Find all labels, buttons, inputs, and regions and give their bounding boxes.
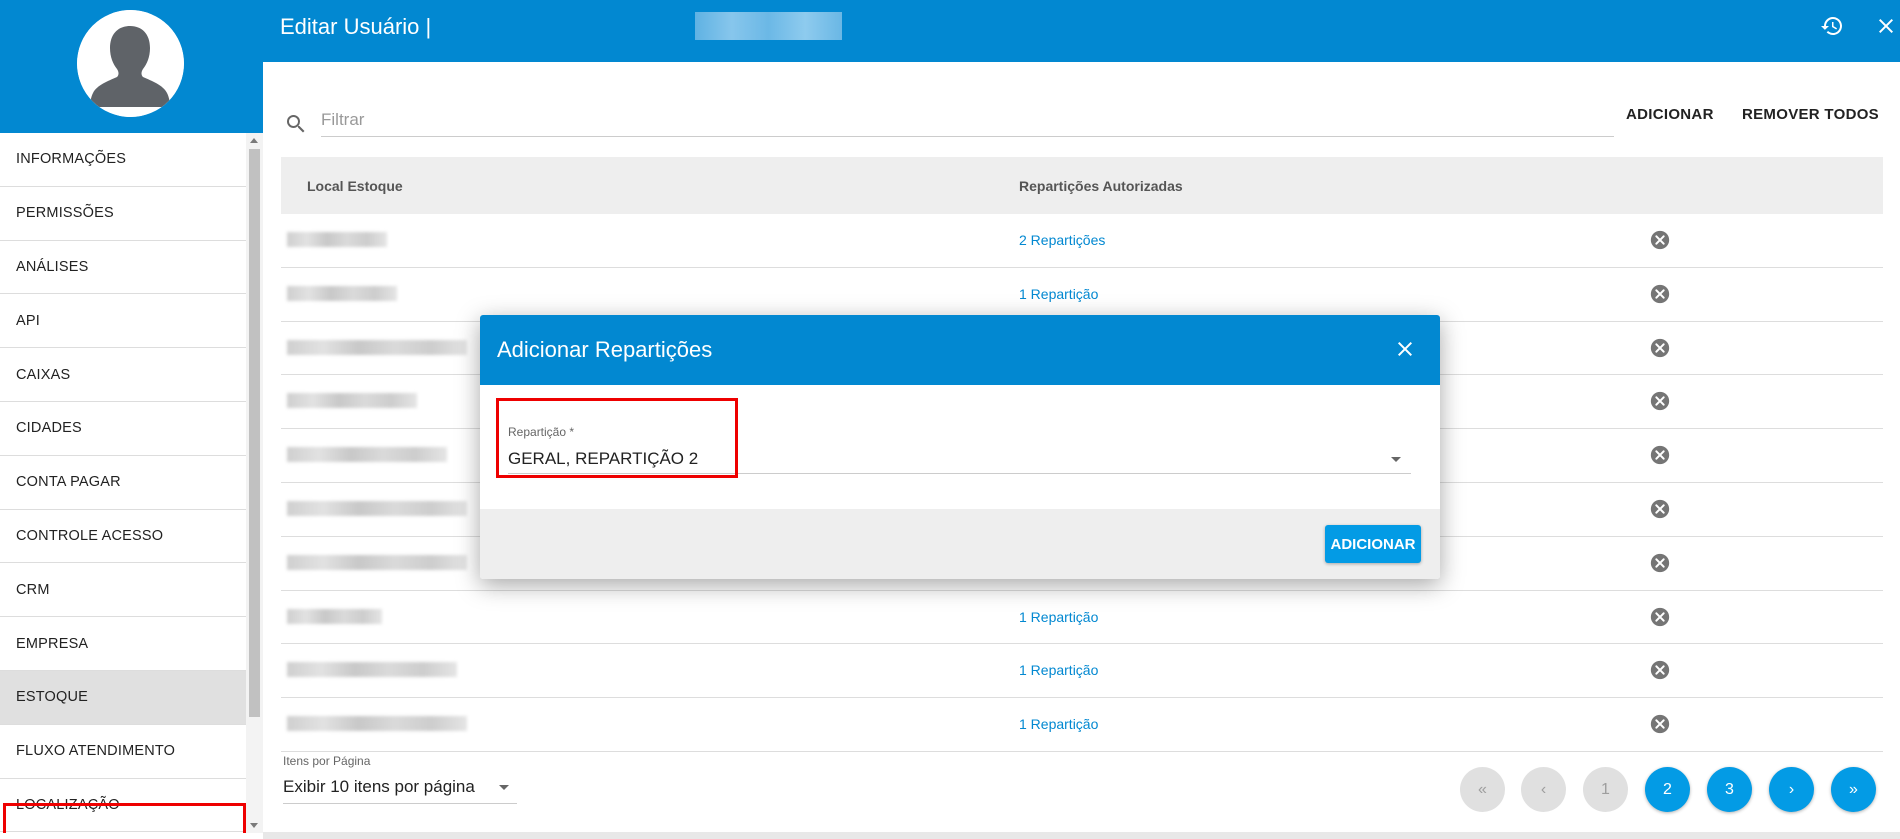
table-row: 1 Repartição (281, 268, 1883, 322)
reparticao-highlight-box (496, 398, 738, 478)
chevron-down-icon (499, 785, 509, 790)
sidebar-header (0, 0, 263, 133)
sidebar-item-label: FLUXO ATENDIMENTO (16, 743, 176, 760)
reparticoes-link[interactable]: 1 Repartição (1019, 716, 1098, 732)
dialog-header: Adicionar Repartições (480, 315, 1440, 385)
table-row: 1 Repartição (281, 698, 1883, 752)
sidebar-item-estoque[interactable]: ESTOQUE (0, 670, 246, 725)
remove-circle-icon[interactable] (1649, 283, 1671, 305)
items-per-page-select[interactable]: Exibir 10 itens por página (283, 770, 517, 804)
bottom-strip (263, 832, 1900, 839)
top-header: Editar Usuário | (263, 0, 1900, 62)
search-icon (284, 112, 308, 136)
redacted-username (695, 12, 842, 40)
first-page-button[interactable]: « (1460, 767, 1505, 812)
user-avatar-icon (77, 10, 184, 117)
sidebar-item-crm[interactable]: CRM (0, 563, 246, 618)
sidebar-item-label: CONTA PAGAR (16, 474, 121, 491)
prev-page-button[interactable]: ‹ (1521, 767, 1566, 812)
dialog-add-button[interactable]: ADICIONAR (1325, 525, 1421, 563)
page-button-1[interactable]: 1 (1583, 767, 1628, 812)
sidebar-item-label: ANÁLISES (16, 258, 89, 275)
redacted-local-estoque (287, 232, 387, 247)
estoque-highlight-box (3, 803, 246, 833)
remove-circle-icon[interactable] (1649, 337, 1671, 359)
scrollbar-thumb[interactable] (249, 149, 260, 717)
page-button-2[interactable]: 2 (1645, 767, 1690, 812)
remove-circle-icon[interactable] (1649, 552, 1671, 574)
redacted-local-estoque (287, 662, 457, 678)
close-icon[interactable] (1874, 14, 1898, 38)
sidebar-item-fluxo-atendimento[interactable]: FLUXO ATENDIMENTO (0, 725, 246, 779)
redacted-local-estoque (287, 608, 382, 624)
last-page-button[interactable]: » (1831, 767, 1876, 812)
dialog-title: Adicionar Repartições (497, 337, 713, 362)
close-icon[interactable] (1393, 337, 1417, 361)
sidebar-item-api[interactable]: API (0, 294, 246, 349)
sidebar-item-cidades[interactable]: CIDADES (0, 402, 246, 456)
scroll-down-icon[interactable] (250, 823, 258, 828)
redacted-local-estoque (287, 716, 467, 732)
scroll-up-icon[interactable] (250, 138, 258, 143)
table-row: 1 Repartição (281, 644, 1883, 699)
page-button-3[interactable]: 3 (1707, 767, 1752, 812)
sidebar-item-label: INFORMAÇÕES (16, 151, 127, 168)
sidebar-item-label: EMPRESA (16, 635, 89, 652)
redacted-local-estoque (287, 393, 417, 409)
items-per-page-label: Itens por Página (283, 754, 371, 768)
sidebar-item-permissoes[interactable]: PERMISSÕES (0, 187, 246, 241)
history-icon[interactable] (1820, 14, 1844, 38)
sidebar-item-conta-pagar[interactable]: CONTA PAGAR (0, 456, 246, 510)
redacted-local-estoque (287, 447, 447, 463)
redacted-local-estoque (287, 500, 467, 516)
chevron-down-icon (1391, 457, 1401, 462)
reparticoes-link[interactable]: 1 Repartição (1019, 286, 1098, 302)
sidebar: INFORMAÇÕES PERMISSÕES ANÁLISES API CAIX… (0, 0, 263, 839)
redacted-local-estoque (287, 339, 467, 355)
sidebar-item-caixas[interactable]: CAIXAS (0, 348, 246, 402)
page-title: Editar Usuário | (280, 14, 432, 39)
remove-circle-icon[interactable] (1649, 390, 1671, 412)
sidebar-item-label: PERMISSÕES (16, 205, 114, 222)
next-page-button[interactable]: › (1769, 767, 1814, 812)
sidebar-item-label: CONTROLE ACESSO (16, 527, 164, 544)
sidebar-item-empresa[interactable]: EMPRESA (0, 617, 246, 671)
sidebar-item-label: CIDADES (16, 420, 82, 437)
sidebar-item-label: CRM (16, 581, 50, 598)
sidebar-scrollbar[interactable] (246, 133, 263, 833)
remove-all-button[interactable]: REMOVER TODOS (1742, 106, 1879, 123)
remove-circle-icon[interactable] (1649, 444, 1671, 466)
items-per-page-value: Exibir 10 itens por página (283, 777, 475, 796)
sidebar-item-analises[interactable]: ANÁLISES (0, 241, 246, 295)
redacted-local-estoque (287, 285, 397, 301)
remove-circle-icon[interactable] (1649, 713, 1671, 735)
sidebar-nav: INFORMAÇÕES PERMISSÕES ANÁLISES API CAIX… (0, 133, 246, 833)
add-reparticoes-dialog: Adicionar Repartições Repartição * GERAL… (480, 315, 1440, 579)
table-row: 1 Repartição (281, 591, 1883, 645)
column-header-reparticoes: Repartições Autorizadas (1019, 178, 1183, 194)
dialog-footer: ADICIONAR (480, 509, 1440, 579)
filter-input[interactable] (321, 104, 1614, 137)
remove-circle-icon[interactable] (1649, 229, 1671, 251)
reparticoes-link[interactable]: 1 Repartição (1019, 662, 1098, 678)
table-row: 2 Repartições (281, 214, 1883, 268)
sidebar-item-informacoes[interactable]: INFORMAÇÕES (0, 133, 246, 187)
reparticoes-link[interactable]: 2 Repartições (1019, 232, 1105, 248)
remove-circle-icon[interactable] (1649, 498, 1671, 520)
add-button[interactable]: ADICIONAR (1626, 106, 1714, 123)
remove-circle-icon[interactable] (1649, 659, 1671, 681)
sidebar-item-label: API (16, 312, 40, 329)
sidebar-item-controle-acesso[interactable]: CONTROLE ACESSO (0, 510, 246, 564)
sidebar-item-label: CAIXAS (16, 366, 71, 383)
remove-circle-icon[interactable] (1649, 606, 1671, 628)
reparticoes-link[interactable]: 1 Repartição (1019, 609, 1098, 625)
column-header-local-estoque: Local Estoque (307, 178, 403, 194)
table-header: Local Estoque Repartições Autorizadas (281, 157, 1883, 214)
sidebar-item-label: ESTOQUE (16, 689, 89, 706)
redacted-local-estoque (287, 554, 467, 570)
